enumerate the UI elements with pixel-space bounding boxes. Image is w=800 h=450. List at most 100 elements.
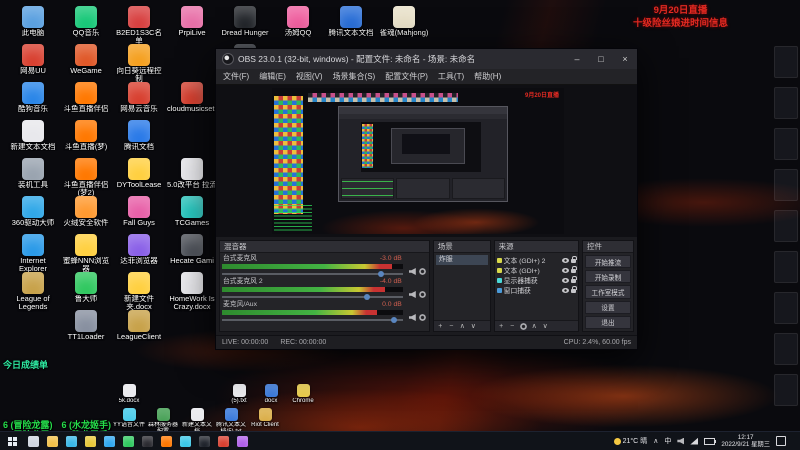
taskbar-app-button[interactable] [157, 432, 176, 450]
taskbar-app-button[interactable] [214, 432, 233, 450]
menu-item[interactable]: 配置文件(P) [380, 71, 433, 82]
source-label: 显示器捕获 [503, 278, 538, 285]
menu-item[interactable]: 编辑(E) [254, 71, 291, 82]
obs-statusbar: LIVE: 00:00:00 REC: 00:00:00 CPU: 2.4%, … [216, 335, 637, 349]
add-scene-button[interactable]: + [437, 322, 444, 331]
source-down-button[interactable]: ∨ [542, 322, 549, 331]
channel-db-value: -3.0 dB [379, 255, 402, 262]
control-button[interactable]: 设置 [585, 300, 631, 314]
visibility-eye-icon[interactable] [562, 287, 569, 293]
taskbar-app-button[interactable] [195, 432, 214, 450]
desktop-icon[interactable]: (5).txt [222, 384, 256, 405]
file-icon [122, 384, 136, 397]
gear-icon[interactable] [418, 291, 426, 298]
taskbar-app-button[interactable] [176, 432, 195, 450]
input-method-indicator[interactable]: 中 [664, 436, 671, 446]
volume-meter-fill [222, 287, 385, 292]
menu-item[interactable]: 帮助(H) [469, 71, 506, 82]
menu-item[interactable]: 视图(V) [291, 71, 328, 82]
menu-item[interactable]: 文件(F) [218, 71, 254, 82]
slider-thumb[interactable] [390, 317, 397, 323]
captured-score-list [274, 205, 312, 231]
taskbar-app-icon [47, 435, 58, 447]
file-icon [264, 384, 278, 397]
channel-name: 台式麦克风 [223, 255, 257, 262]
minimize-button[interactable]: – [567, 51, 587, 67]
desktop-icon[interactable]: Chrome [286, 384, 320, 405]
sources-dock-title: 来源 [494, 241, 578, 253]
visibility-eye-icon[interactable] [562, 257, 569, 263]
battery-icon[interactable] [704, 437, 717, 445]
volume-slider[interactable] [222, 270, 403, 277]
close-button[interactable]: × [615, 51, 635, 67]
taskbar-app-icon [123, 435, 134, 447]
maximize-button[interactable]: □ [591, 51, 611, 67]
source-item[interactable]: 显示器捕获 [496, 275, 577, 285]
start-button[interactable] [0, 432, 24, 450]
slider-thumb[interactable] [363, 294, 370, 300]
source-item[interactable]: 窗口捕获 [496, 285, 577, 295]
lock-icon[interactable] [571, 256, 577, 263]
speaker-icon[interactable] [408, 314, 416, 321]
captured-announcement: 9月20日直播 [524, 93, 559, 99]
source-item[interactable]: 文本 (GDI+) [496, 265, 577, 275]
scene-item[interactable]: 炸服 [435, 255, 488, 265]
lock-icon[interactable] [571, 286, 577, 293]
menu-item[interactable]: 工具(T) [433, 71, 469, 82]
lock-icon[interactable] [571, 266, 577, 273]
visibility-eye-icon[interactable] [562, 267, 569, 273]
clock[interactable]: 12:17 2022/9/21 星期三 [721, 434, 770, 449]
volume-slider[interactable] [222, 316, 403, 323]
volume-meter-fill [222, 310, 378, 315]
taskbar-app-button[interactable] [62, 432, 81, 450]
control-button[interactable]: 开始录制 [585, 270, 631, 284]
desktop-icon[interactable]: Riot Client [248, 408, 282, 429]
remove-source-button[interactable]: − [509, 322, 516, 331]
source-up-button[interactable]: ∧ [531, 322, 538, 331]
taskbar-app-button[interactable] [43, 432, 62, 450]
action-center-icon[interactable] [776, 436, 786, 446]
desktop-icon[interactable]: docx [254, 384, 288, 405]
gear-icon[interactable] [418, 268, 426, 275]
speaker-icon[interactable] [408, 291, 416, 298]
remove-scene-button[interactable]: − [448, 322, 455, 331]
taskbar-app-button[interactable] [81, 432, 100, 450]
taskbar-app-icon [237, 435, 248, 447]
network-icon[interactable] [690, 437, 699, 445]
source-properties-gear-icon[interactable] [519, 322, 527, 330]
mixer-dock-title: 混音器 [220, 241, 429, 253]
sun-icon [613, 437, 621, 445]
taskbar-app-button[interactable] [119, 432, 138, 450]
obs-titlebar[interactable]: OBS 23.0.1 (32-bit, windows) - 配置文件: 未命名… [216, 49, 637, 69]
captured-titlebar [339, 107, 507, 114]
taskbar-app-button[interactable] [24, 432, 43, 450]
menu-item[interactable]: 场景集合(S) [328, 71, 381, 82]
sources-dock: 来源 文本 (GDI+) 2 文本 (GDI+) 显示器捕获 窗口捕获 + − … [493, 240, 579, 332]
file-icon [232, 384, 246, 397]
add-source-button[interactable]: + [498, 322, 505, 331]
slider-thumb[interactable] [378, 271, 385, 277]
lock-icon[interactable] [571, 276, 577, 283]
weather-widget[interactable]: 21°C 晴 [613, 436, 647, 446]
taskbar-app-button[interactable] [138, 432, 157, 450]
control-button[interactable]: 退出 [585, 315, 631, 330]
obs-docks: 混音器 台式麦克风 -3.0 dB 台式麦克风 2 -4.0 dB 麦克风/Au… [216, 237, 637, 335]
control-button[interactable]: 工作室模式 [585, 285, 631, 299]
obs-preview-canvas[interactable]: 9月20日直播 [216, 85, 637, 237]
speaker-icon[interactable] [408, 268, 416, 275]
visibility-eye-icon[interactable] [562, 277, 569, 283]
source-item[interactable]: 文本 (GDI+) 2 [496, 255, 577, 265]
tray-expand-chevron-icon[interactable]: ∧ [653, 437, 658, 445]
score-line: 6 (冒险龙露) 6 (水龙姬手) [3, 420, 112, 430]
volume-slider[interactable] [222, 293, 403, 300]
scene-down-button[interactable]: ∨ [470, 322, 477, 331]
control-button[interactable]: 开始推流 [585, 255, 631, 269]
captured-controls [451, 178, 505, 199]
captured-obs-window-2 [391, 128, 465, 164]
gear-icon[interactable] [418, 314, 426, 321]
taskbar-app-button[interactable] [233, 432, 252, 450]
volume-icon[interactable] [677, 437, 685, 445]
file-icon [156, 408, 170, 421]
taskbar-app-button[interactable] [100, 432, 119, 450]
scene-up-button[interactable]: ∧ [459, 322, 466, 331]
